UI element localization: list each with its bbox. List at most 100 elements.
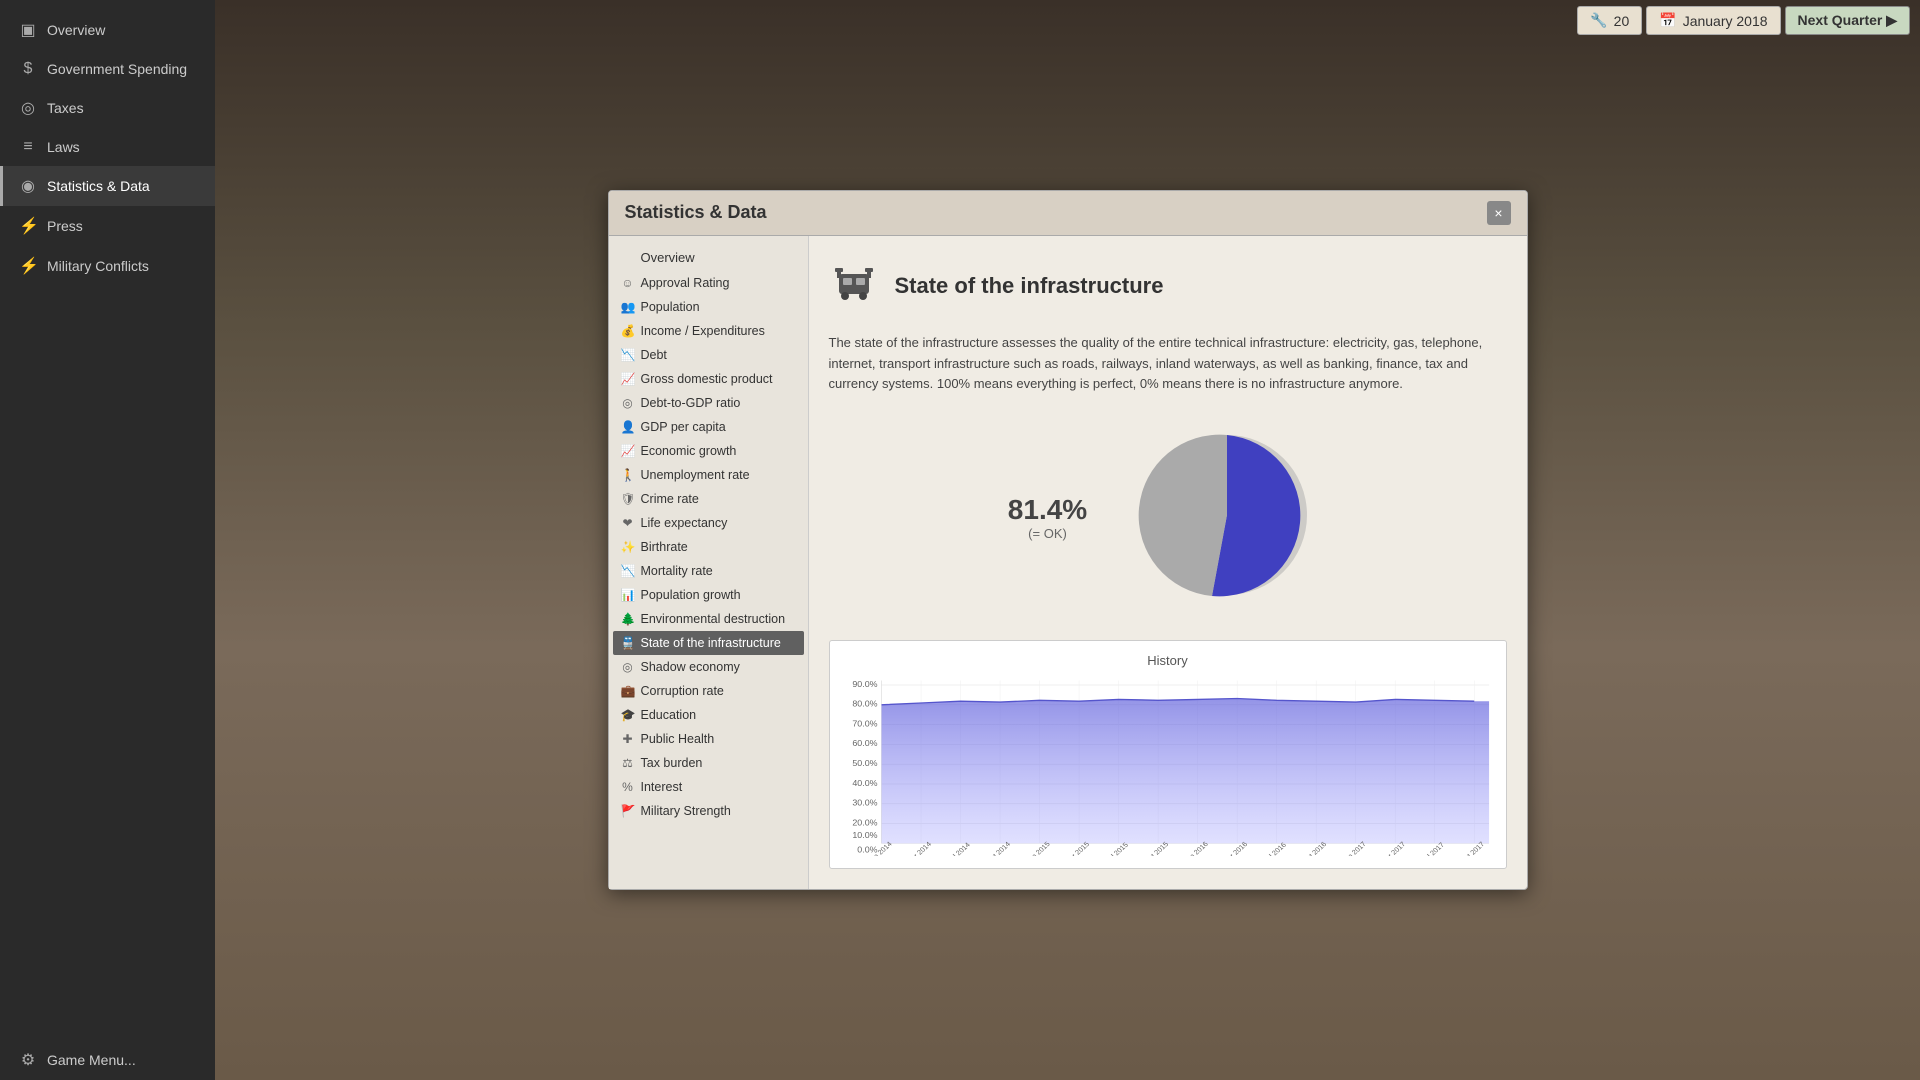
svg-text:10.0%: 10.0%: [852, 831, 878, 841]
military-strength-icon: 🚩: [621, 804, 635, 818]
stats-item-gdp[interactable]: 📈 Gross domestic product: [613, 367, 804, 391]
crime-icon: 🛡: [621, 492, 635, 506]
stats-item-unemployment[interactable]: 🚶 Unemployment rate: [613, 463, 804, 487]
sidebar-label-press: Press: [47, 218, 83, 234]
stats-item-population[interactable]: 👥 Population: [613, 295, 804, 319]
stats-item-mortality[interactable]: 📉 Mortality rate: [613, 559, 804, 583]
sidebar-label-laws: Laws: [47, 139, 80, 155]
sidebar-item-government-spending[interactable]: $ Government Spending: [0, 50, 215, 88]
sidebar-label-military-conflicts: Military Conflicts: [47, 258, 149, 274]
debt-icon: 📉: [621, 348, 635, 362]
pop-growth-icon: 📊: [621, 588, 635, 602]
stats-item-education[interactable]: 🎓 Education: [613, 703, 804, 727]
stats-item-debt[interactable]: 📉 Debt: [613, 343, 804, 367]
unemployment-icon: 🚶: [621, 468, 635, 482]
statistics-modal: Statistics & Data × Overview ☺ Approval …: [608, 190, 1528, 890]
content-title: State of the infrastructure: [895, 273, 1164, 299]
svg-text:50.0%: 50.0%: [852, 759, 878, 769]
stats-item-infrastructure[interactable]: 🚆 State of the infrastructure: [613, 631, 804, 655]
mortality-icon: 📉: [621, 564, 635, 578]
statistics-icon: ◉: [19, 176, 37, 196]
population-icon: 👥: [621, 300, 635, 314]
history-panel: History 90.0% 80.0% 70.0% 60.0% 50.0% 40…: [829, 640, 1507, 869]
sidebar-item-military-conflicts[interactable]: ⚡ Military Conflicts: [0, 246, 215, 286]
stats-item-life-expectancy[interactable]: ❤ Life expectancy: [613, 511, 804, 535]
sidebar-label-taxes: Taxes: [47, 100, 84, 116]
stats-content: State of the infrastructure The state of…: [809, 236, 1527, 889]
pie-value: 81.4%: [1008, 494, 1087, 526]
infrastructure-icon: 🚆: [621, 636, 635, 650]
dollar-icon: $: [19, 60, 37, 78]
env-icon: 🌲: [621, 612, 635, 626]
stats-item-interest[interactable]: % Interest: [613, 775, 804, 799]
economic-growth-icon: 📈: [621, 444, 635, 458]
history-chart: 90.0% 80.0% 70.0% 60.0% 50.0% 40.0% 30.0…: [842, 676, 1494, 856]
svg-text:90.0%: 90.0%: [852, 679, 878, 689]
approval-icon: ☺: [621, 276, 635, 290]
military-icon: ⚡: [19, 256, 37, 276]
income-icon: 💰: [621, 324, 635, 338]
svg-text:30.0%: 30.0%: [852, 798, 878, 808]
sidebar-item-laws[interactable]: ≡ Laws: [0, 128, 215, 166]
stats-item-birthrate[interactable]: ✨ Birthrate: [613, 535, 804, 559]
education-icon: 🎓: [621, 708, 635, 722]
interest-icon: %: [621, 780, 635, 794]
stats-item-economic-growth[interactable]: 📈 Economic growth: [613, 439, 804, 463]
gdp-capita-icon: 👤: [621, 420, 635, 434]
modal-body: Overview ☺ Approval Rating 👥 Population …: [609, 236, 1527, 889]
sidebar-label-statistics-data: Statistics & Data: [47, 178, 150, 194]
stats-item-shadow-economy[interactable]: ◎ Shadow economy: [613, 655, 804, 679]
tax-icon: ◎: [19, 98, 37, 118]
stats-item-public-health[interactable]: ✚ Public Health: [613, 727, 804, 751]
health-icon: ✚: [621, 732, 635, 746]
stats-item-income-expenditures[interactable]: 💰 Income / Expenditures: [613, 319, 804, 343]
stats-item-tax-burden[interactable]: ⚖ Tax burden: [613, 751, 804, 775]
birthrate-icon: ✨: [621, 540, 635, 554]
laws-icon: ≡: [19, 138, 37, 156]
svg-text:60.0%: 60.0%: [852, 739, 878, 749]
stats-item-gdp-per-capita[interactable]: 👤 GDP per capita: [613, 415, 804, 439]
stats-item-population-growth[interactable]: 📊 Population growth: [613, 583, 804, 607]
pie-chart-area: 81.4% (= OK): [829, 415, 1507, 620]
sidebar-item-press[interactable]: ⚡ Press: [0, 206, 215, 246]
stats-list: Overview ☺ Approval Rating 👥 Population …: [609, 236, 809, 889]
modal-overlay: Statistics & Data × Overview ☺ Approval …: [215, 0, 1920, 1080]
overview-icon: ▣: [19, 20, 37, 40]
gdp-icon: 📈: [621, 372, 635, 386]
stats-item-corruption[interactable]: 💼 Corruption rate: [613, 679, 804, 703]
history-title: History: [842, 653, 1494, 668]
pie-subtitle: (= OK): [1008, 526, 1087, 541]
sidebar-item-taxes[interactable]: ◎ Taxes: [0, 88, 215, 128]
sidebar-item-overview[interactable]: ▣ Overview: [0, 10, 215, 50]
svg-text:20.0%: 20.0%: [852, 818, 878, 828]
debt-gdp-icon: ◎: [621, 396, 635, 410]
stats-item-environmental[interactable]: 🌲 Environmental destruction: [613, 607, 804, 631]
stats-item-approval-rating[interactable]: ☺ Approval Rating: [613, 271, 804, 295]
modal-title: Statistics & Data: [625, 202, 767, 223]
sidebar-item-game-menu[interactable]: ⚙ Game Menu...: [0, 1040, 215, 1080]
life-expectancy-icon: ❤: [621, 516, 635, 530]
infrastructure-large-icon: [829, 256, 879, 317]
shadow-icon: ◎: [621, 660, 635, 674]
content-header: State of the infrastructure: [829, 256, 1507, 317]
stats-item-debt-gdp[interactable]: ◎ Debt-to-GDP ratio: [613, 391, 804, 415]
sidebar-item-statistics-data[interactable]: ◉ Statistics & Data: [0, 166, 215, 206]
svg-text:70.0%: 70.0%: [852, 719, 878, 729]
pie-chart: [1127, 415, 1327, 620]
svg-text:40.0%: 40.0%: [852, 778, 878, 788]
press-icon: ⚡: [19, 216, 37, 236]
modal-header: Statistics & Data ×: [609, 191, 1527, 236]
stats-item-overview[interactable]: Overview: [613, 244, 804, 271]
pie-label-area: 81.4% (= OK): [1008, 494, 1087, 541]
stats-item-crime[interactable]: 🛡 Crime rate: [613, 487, 804, 511]
corruption-icon: 💼: [621, 684, 635, 698]
sidebar: ▣ Overview $ Government Spending ◎ Taxes…: [0, 0, 215, 1080]
modal-close-button[interactable]: ×: [1487, 201, 1511, 225]
svg-text:80.0%: 80.0%: [852, 699, 878, 709]
tax-burden-icon: ⚖: [621, 756, 635, 770]
gear-icon: ⚙: [19, 1050, 37, 1070]
stats-item-military-strength[interactable]: 🚩 Military Strength: [613, 799, 804, 823]
sidebar-label-overview: Overview: [47, 22, 105, 38]
sidebar-label-game-menu: Game Menu...: [47, 1052, 136, 1068]
content-description: The state of the infrastructure assesses…: [829, 333, 1507, 395]
